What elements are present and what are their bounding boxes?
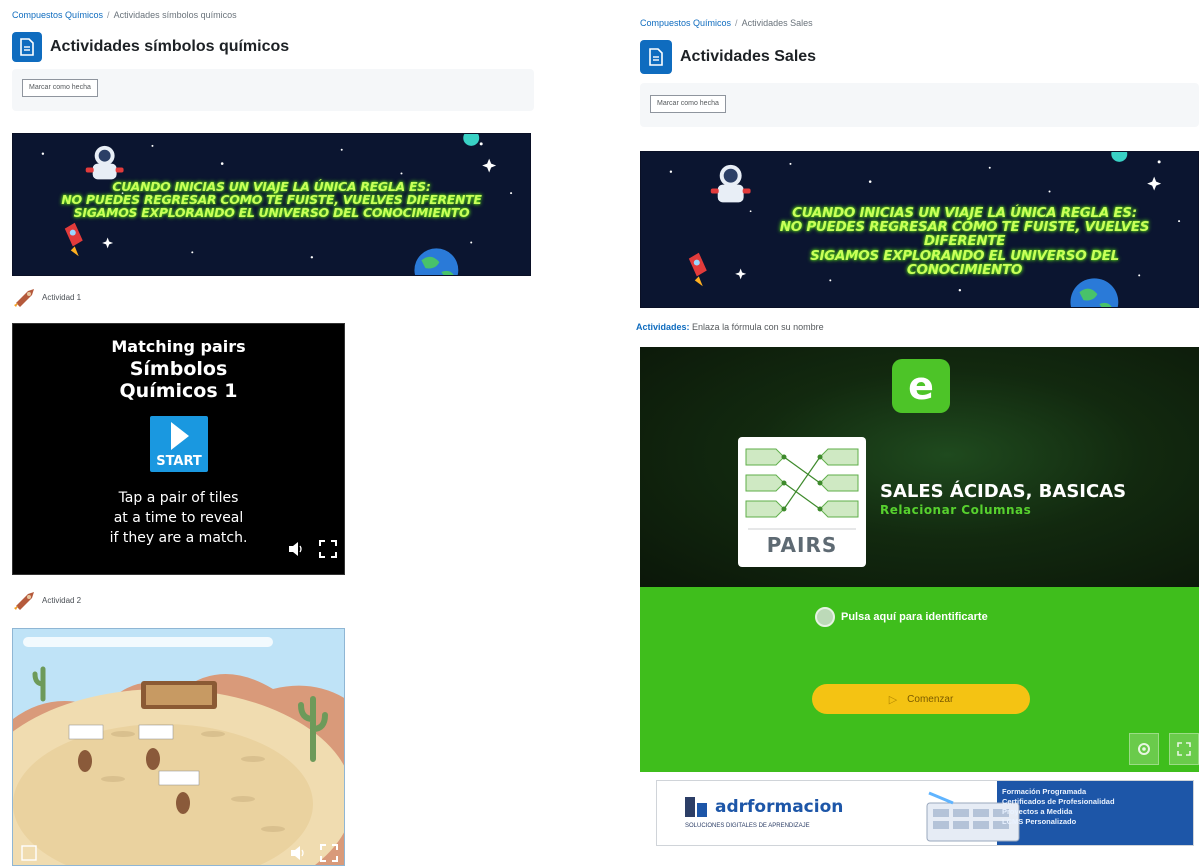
earth-illustration [1070, 278, 1119, 307]
desert-game-scene [13, 629, 344, 865]
activity-2-text: Actividad 2 [42, 595, 82, 605]
completion-bar: Marcar como hecha [640, 83, 1199, 127]
astronaut-illustration [85, 145, 124, 180]
banner-quote: Cuando inicias un viaje la única regla e… [13, 180, 530, 221]
play-icon [171, 422, 189, 450]
description-line-2: at a time to reveal [113, 510, 244, 526]
fullscreen-button[interactable] [1169, 733, 1199, 765]
matching-pairs-title: Matching pairs Símbolos Químicos 1 [13, 336, 344, 402]
start-button-label: START [156, 454, 202, 469]
fullscreen-icon[interactable] [319, 843, 339, 863]
breadcrumb: Compuestos Químicos / Actividades Sales [640, 18, 813, 28]
page-icon [12, 32, 42, 62]
earth-illustration [414, 248, 459, 275]
matching-pairs-title-line-3: Químicos 1 [119, 380, 238, 402]
breadcrumb: Compuestos Químicos / Actividades símbolos… [12, 10, 237, 20]
menu-icon[interactable] [21, 845, 37, 861]
page-icon [640, 40, 672, 74]
matching-pairs-title-line-2: Símbolos [129, 358, 228, 380]
banner-line-2: No puedes regresar como te fuiste, vuelv… [779, 219, 1150, 250]
rocket-icon [14, 592, 34, 610]
instruction-prefix: Actividades: [636, 322, 690, 332]
ad-service-item: LCMS Personalizado [1002, 817, 1077, 826]
identify-link[interactable]: Pulsa aquí para identificarte [815, 607, 988, 627]
banner-quote: Cuando inicias un viaje la única regla e… [751, 206, 1178, 277]
breadcrumb-separator: / [735, 18, 738, 28]
wordwall-game-embed[interactable] [12, 628, 345, 866]
advertisement-banner[interactable]: adrformacion SOLUCIONES DIGITALES DE APR… [656, 780, 1194, 846]
identify-label: Pulsa aquí para identificarte [841, 611, 988, 623]
ad-service-item: Proyectos a Medida [1002, 807, 1073, 816]
left-page-panel: Compuestos Químicos / Actividades símbolos… [0, 0, 545, 866]
page-title: Actividades Sales [680, 48, 817, 65]
right-page-panel: Compuestos Químicos / Actividades Sales Ac… [632, 0, 1199, 866]
page-title: Actividades símbolos químicos [50, 38, 290, 55]
mark-as-done-button[interactable]: Marcar como hecha [22, 79, 98, 97]
ad-service-item: Formación Programada [1002, 787, 1087, 796]
settings-button[interactable] [1129, 733, 1159, 765]
breadcrumb-course-link[interactable]: Compuestos Químicos [640, 18, 731, 28]
breadcrumb-course-link[interactable]: Compuestos Químicos [12, 10, 103, 20]
page-header: Actividades símbolos químicos [12, 32, 289, 62]
ad-brand: adrformacion [715, 797, 844, 817]
rocket-illustration [688, 252, 707, 287]
play-icon: ▷ [888, 693, 898, 706]
pairs-card-label: PAIRS [766, 533, 838, 557]
instruction-text: Enlaza la fórmula con su nombre [692, 322, 824, 332]
fullscreen-icon[interactable] [318, 539, 338, 559]
rocket-icon [14, 289, 34, 307]
ad-logo: adrformacion [685, 797, 843, 817]
exelearning-subheading: Relacionar Columnas [880, 503, 1032, 517]
matching-pairs-title-line-1: Matching pairs [111, 337, 246, 356]
description-line-1: Tap a pair of tiles [118, 490, 239, 506]
rocket-illustration [64, 222, 83, 257]
user-icon [815, 607, 835, 627]
banner-line-3: Sigamos explorando el universo del conoc… [810, 247, 1119, 278]
exelearning-embed[interactable]: e PAIRS SALES ÁCIDAS, BASICAS Relacionar… [640, 347, 1199, 772]
activity-1-text: Actividad 1 [42, 292, 82, 302]
breadcrumb-current: Actividades símbolos químicos [113, 10, 237, 20]
banner-line-3: Sigamos explorando el universo del conoc… [73, 205, 470, 221]
ad-service-item: Certificados de Profesionalidad [1002, 797, 1115, 806]
ad-tagline: SOLUCIONES DIGITALES DE APRENDIZAJE [685, 823, 810, 829]
space-banner: Cuando inicias un viaje la única regla e… [640, 151, 1199, 308]
space-banner: Cuando inicias un viaje la única regla e… [12, 133, 531, 276]
exelearning-heading: SALES ÁCIDAS, BASICAS [880, 481, 1127, 502]
planet-illustration [1111, 152, 1128, 162]
fullscreen-icon [1177, 742, 1191, 756]
mark-as-done-button[interactable]: Marcar como hecha [650, 95, 726, 113]
breadcrumb-current: Actividades Sales [741, 18, 813, 28]
completion-bar: Marcar como hecha [12, 69, 534, 111]
pairs-card: PAIRS [738, 437, 866, 567]
volume-icon[interactable] [289, 845, 307, 861]
start-activity-label: Comenzar [907, 693, 954, 705]
exelearning-logo: e [892, 359, 950, 413]
activity-1-label: Actividad 1 [12, 287, 81, 307]
ad-logo-icon [685, 797, 707, 817]
page-header: Actividades Sales [640, 40, 816, 74]
activity-2-label: Actividad 2 [12, 590, 81, 610]
astronaut-illustration [710, 164, 751, 203]
activity-instruction: Actividades: Enlaza la fórmula con su no… [636, 322, 824, 332]
start-activity-button[interactable]: ▷ Comenzar [812, 684, 1030, 714]
matching-pairs-embed[interactable]: Matching pairs Símbolos Químicos 1 START… [12, 323, 345, 575]
matching-pairs-description: Tap a pair of tiles at a time to reveal … [13, 488, 344, 548]
ad-services-list: Formación Programada Certificados de Pro… [1002, 787, 1115, 827]
planet-illustration [463, 134, 480, 146]
gear-icon [1138, 743, 1150, 755]
start-button[interactable]: START [150, 416, 208, 472]
volume-icon[interactable] [287, 541, 305, 557]
breadcrumb-separator: / [107, 10, 110, 20]
